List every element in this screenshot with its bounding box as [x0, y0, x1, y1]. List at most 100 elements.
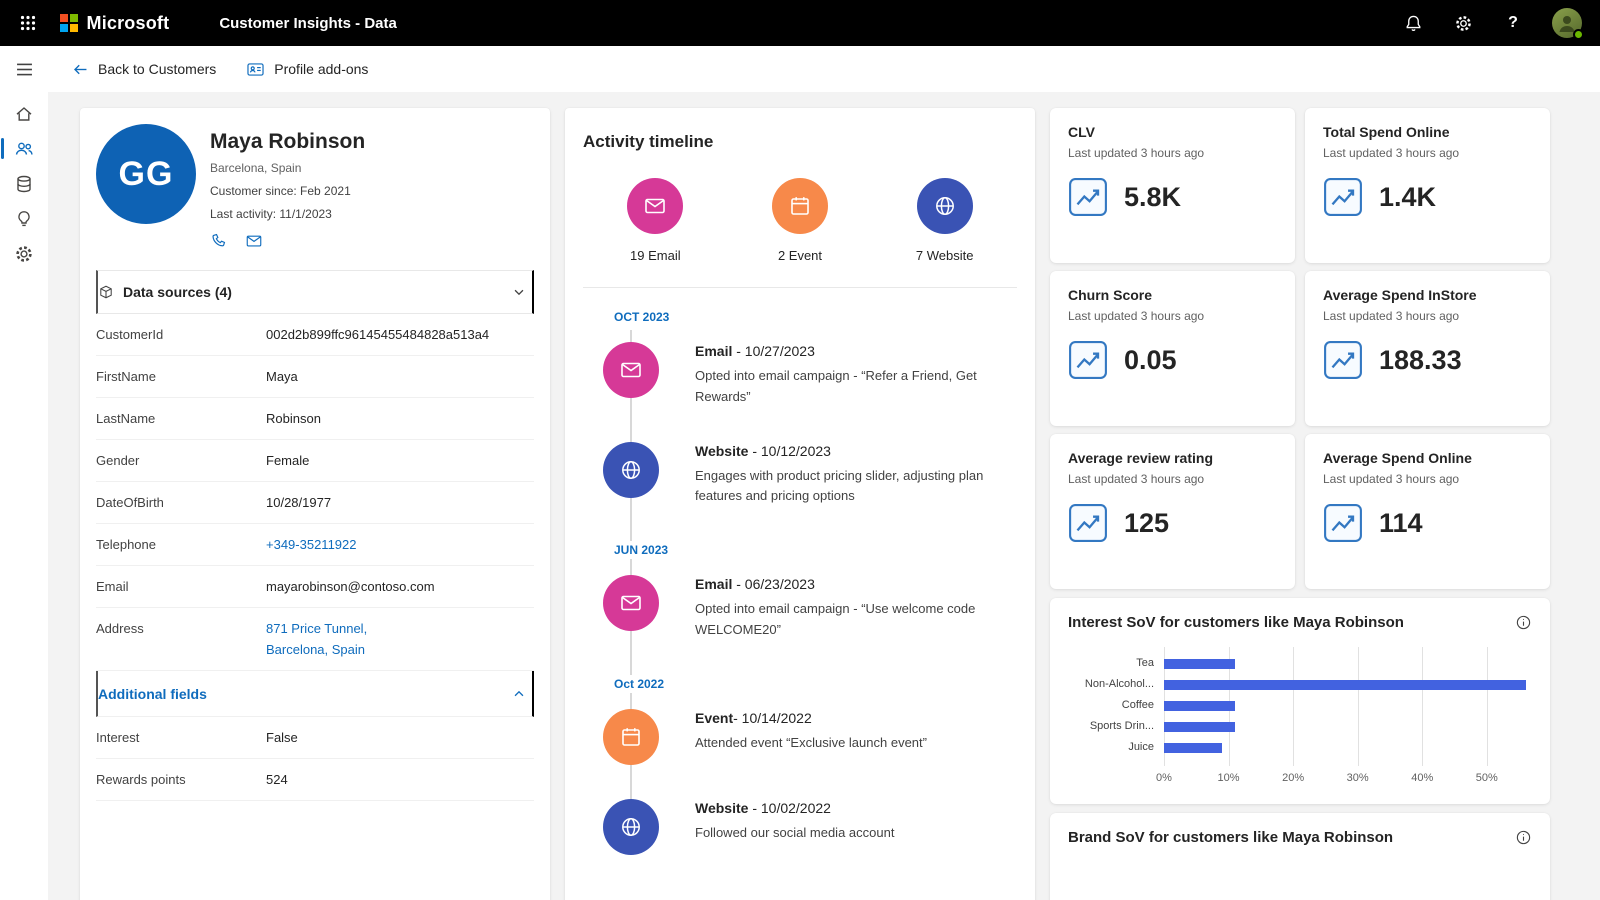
kpi-value: 1.4K [1379, 182, 1436, 213]
call-button[interactable] [210, 232, 227, 250]
field-row-firstname: FirstName Maya [96, 356, 534, 398]
topbar-actions: ? [1402, 8, 1582, 38]
customer-avatar: GG [96, 124, 196, 224]
microsoft-logo[interactable]: Microsoft [60, 13, 169, 34]
field-label: FirstName [96, 369, 266, 384]
additional-fields-header[interactable]: Additional fields [96, 671, 534, 717]
timeline-divider [583, 287, 1017, 288]
timeline-item-description: Attended event “Exclusive launch event” [695, 733, 1007, 754]
timeline-item-text: Event- 10/14/2022 Attended event “Exclus… [695, 709, 1007, 765]
profile-info: Maya Robinson Barcelona, Spain Customer … [210, 124, 365, 250]
field-row-customerid: CustomerId 002d2b899ffc96145455484828a51… [96, 314, 534, 356]
back-to-customers-button[interactable]: Back to Customers [72, 61, 216, 78]
bar-sports-drinks [1164, 722, 1235, 732]
timeline-item-description: Followed our social media account [695, 823, 1007, 844]
customer-name: Maya Robinson [210, 130, 365, 154]
customer-location: Barcelona, Spain [210, 161, 365, 175]
timeline-item-heading: Email - 10/27/2023 [695, 343, 1007, 359]
email-button[interactable] [245, 232, 263, 250]
field-row-telephone: Telephone +349-35211922 [96, 524, 534, 566]
timeline-item-text: Email - 10/27/2023 Opted into email camp… [695, 342, 1007, 408]
sidebar-item-customers[interactable] [0, 131, 48, 166]
trend-chart-icon [1068, 340, 1108, 380]
address-link-line2[interactable]: Barcelona, Spain [266, 642, 367, 657]
interest-sov-card: Interest SoV for customers like Maya Rob… [1050, 598, 1550, 804]
timeline-item-website: Website - 10/02/2022 Followed our social… [583, 799, 1017, 855]
bar-category-label: Sports Drin... [1068, 716, 1154, 737]
sidebar-item-data[interactable] [0, 166, 48, 201]
back-arrow-icon [72, 61, 89, 78]
summary-email-label: 19 Email [630, 248, 681, 263]
help-icon: ? [1508, 14, 1518, 32]
summary-event[interactable]: 2 Event [728, 178, 873, 263]
app-launcher-icon[interactable] [6, 0, 50, 46]
bar-tea [1164, 659, 1235, 669]
timeline-item-email: Email - 06/23/2023 Opted into email camp… [583, 575, 1017, 641]
kpi-title: Churn Score [1068, 287, 1277, 303]
kpi-title: Average Spend InStore [1323, 287, 1532, 303]
chevron-down-icon [512, 285, 526, 299]
timeline-title: Activity timeline [583, 132, 1017, 152]
mail-icon [245, 232, 263, 250]
kpi-card-average-spend-instore: Average Spend InStore Last updated 3 hou… [1305, 271, 1550, 426]
top-app-bar: Microsoft Customer Insights - Data ? [0, 0, 1600, 46]
x-tick: 50% [1476, 772, 1498, 784]
summary-event-label: 2 Event [778, 248, 822, 263]
field-value: mayarobinson@contoso.com [266, 579, 435, 594]
additional-fields-label: Additional fields [98, 686, 207, 702]
field-value: Female [266, 453, 309, 468]
sidebar-item-settings[interactable] [0, 236, 48, 271]
bar-non-alcohol [1164, 680, 1526, 690]
sidebar-item-insights[interactable] [0, 201, 48, 236]
back-label: Back to Customers [98, 61, 216, 77]
field-row-address: Address 871 Price Tunnel, Barcelona, Spa… [96, 608, 534, 671]
field-value: 002d2b899ffc96145455484828a513a4 [266, 327, 489, 342]
field-label: Gender [96, 453, 266, 468]
timeline-item-description: Opted into email campaign - “Use welcome… [695, 599, 1007, 641]
email-icon [603, 342, 659, 398]
summary-website[interactable]: 7 Website [872, 178, 1017, 263]
sidebar-item-home[interactable] [0, 96, 48, 131]
trend-chart-icon [1068, 503, 1108, 543]
info-icon [1515, 614, 1532, 631]
cube-icon [98, 284, 114, 300]
hamburger-icon [16, 61, 33, 78]
settings-button[interactable] [1452, 12, 1474, 34]
field-value: Maya [266, 369, 298, 384]
kpi-value: 5.8K [1124, 182, 1181, 213]
kpi-value: 188.33 [1379, 345, 1462, 376]
timeline-item-heading: Email - 06/23/2023 [695, 576, 1007, 592]
field-label: Email [96, 579, 266, 594]
x-tick: 30% [1347, 772, 1369, 784]
help-button[interactable]: ? [1502, 12, 1524, 34]
kpi-grid: CLV Last updated 3 hours ago 5.8K Total … [1050, 108, 1550, 589]
main-column: Back to Customers Profile add-ons GG [48, 46, 1600, 900]
timeline-item-email: Email - 10/27/2023 Opted into email camp… [583, 342, 1017, 408]
address-link-line1[interactable]: 871 Price Tunnel, [266, 621, 367, 636]
contact-card-icon [246, 60, 265, 79]
telephone-link[interactable]: +349-35211922 [266, 537, 357, 552]
kpi-title: Total Spend Online [1323, 124, 1532, 140]
field-row-interest: Interest False [96, 717, 534, 759]
timeline-item-heading: Website - 10/12/2023 [695, 443, 1007, 459]
field-label: Telephone [96, 537, 266, 552]
x-tick: 40% [1411, 772, 1433, 784]
info-button[interactable] [1515, 614, 1532, 631]
timeline-period: JUN 2023 [607, 541, 675, 559]
interest-sov-chart: Tea Non-Alcohol... Coffee Sports Drin...… [1068, 653, 1532, 788]
gear-icon [14, 244, 34, 264]
profile-addons-button[interactable]: Profile add-ons [246, 60, 368, 79]
x-axis: 0% 10% 20% 30% 40% 50% [1164, 772, 1532, 788]
field-value: Robinson [266, 411, 321, 426]
kpi-updated: Last updated 3 hours ago [1068, 146, 1277, 160]
field-value: False [266, 730, 298, 745]
summary-email[interactable]: 19 Email [583, 178, 728, 263]
field-row-lastname: LastName Robinson [96, 398, 534, 440]
timeline-item-text: Website - 10/02/2022 Followed our social… [695, 799, 1007, 855]
notifications-button[interactable] [1402, 12, 1424, 34]
data-sources-header[interactable]: Data sources (4) [96, 270, 534, 314]
timeline-item-text: Email - 06/23/2023 Opted into email camp… [695, 575, 1007, 641]
nav-expand-button[interactable] [0, 46, 48, 92]
account-avatar[interactable] [1552, 8, 1582, 38]
info-button[interactable] [1515, 829, 1532, 846]
